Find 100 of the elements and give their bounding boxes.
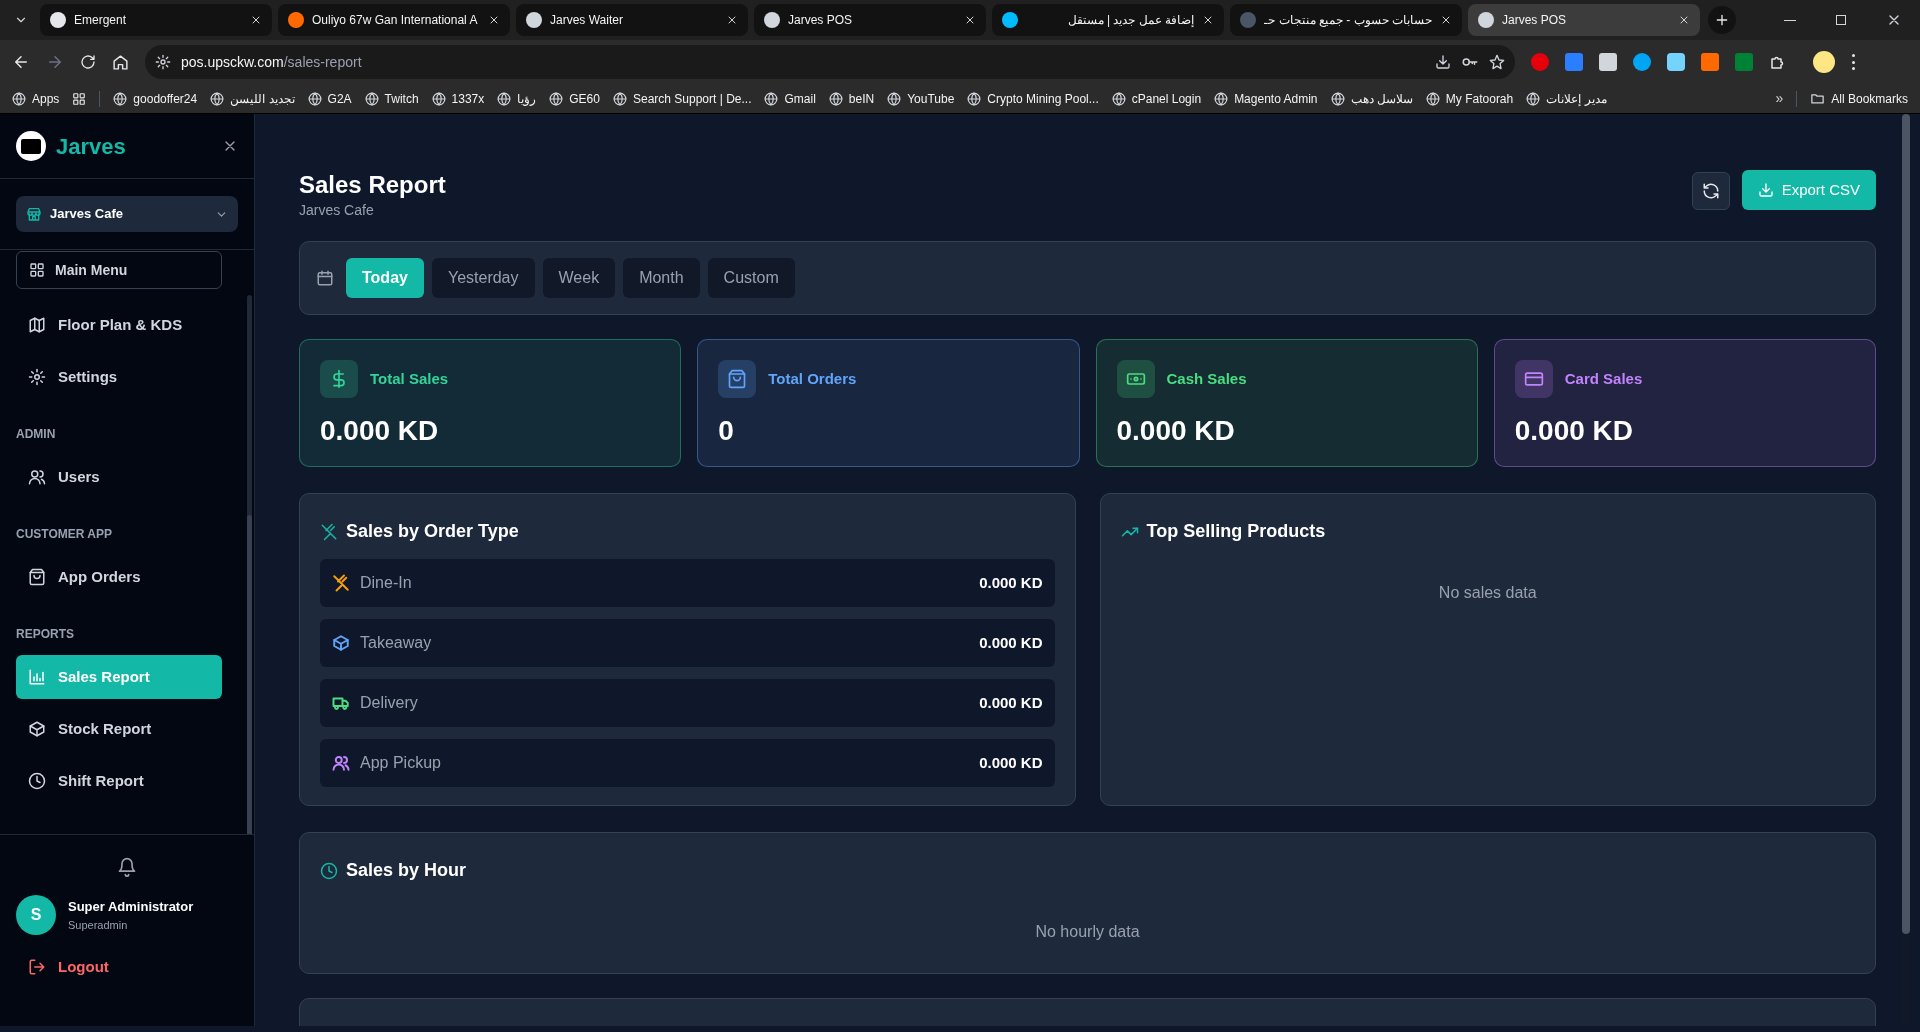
bookmark[interactable]: Magento Admin — [1214, 89, 1318, 108]
bag-icon — [28, 568, 46, 586]
globe-icon — [828, 91, 843, 106]
close-icon[interactable] — [726, 14, 738, 26]
user-avatar: S — [16, 895, 56, 935]
bookmark[interactable]: cPanel Login — [1111, 89, 1202, 108]
close-icon[interactable] — [1202, 14, 1214, 26]
browser-tab[interactable]: Jarves POS — [1468, 4, 1700, 36]
date-filter-tab[interactable]: Custom — [707, 258, 795, 298]
reload-icon[interactable] — [80, 54, 96, 70]
date-filter-tab[interactable]: Month — [623, 258, 700, 298]
stat-label: Card Sales — [1564, 368, 1643, 389]
tab-favicon-icon — [1478, 12, 1494, 28]
plus-icon — [1714, 12, 1730, 28]
bookmark[interactable]: Apps — [12, 89, 60, 108]
tab-title: حسابات حسوب - جميع منتجات حـ — [1264, 12, 1432, 29]
nav-item[interactable]: Floor Plan & KDS — [16, 303, 222, 347]
back-icon[interactable] — [12, 53, 30, 71]
bookmark[interactable]: Twitch — [364, 89, 419, 108]
extension-icon[interactable] — [1633, 53, 1651, 71]
profile-avatar[interactable] — [1813, 51, 1835, 73]
bookmark[interactable]: رؤيا — [497, 89, 537, 108]
forward-icon[interactable] — [46, 53, 64, 71]
globe-icon — [307, 91, 322, 106]
branch-select[interactable]: Jarves Cafe — [16, 196, 238, 232]
order-type-amount: 0.000 KD — [979, 692, 1043, 713]
bookmark[interactable]: مدير إعلانات — [1526, 89, 1607, 108]
tab-title: Jarves POS — [788, 12, 854, 29]
tab-title: Jarves POS — [1502, 12, 1568, 29]
close-icon[interactable] — [1440, 14, 1452, 26]
close-icon[interactable] — [1678, 14, 1690, 26]
site-info-icon[interactable] — [155, 54, 171, 70]
more-bookmarks-icon[interactable]: » — [1775, 88, 1784, 109]
globe-icon — [364, 91, 379, 106]
url-text: pos.upsckw.com/sales-report — [181, 52, 362, 72]
calendar-icon — [316, 269, 334, 287]
globe-icon — [967, 91, 982, 106]
section-heading: ADMIN — [16, 426, 57, 443]
stat-label: Total Orders — [768, 368, 857, 389]
browser-tab[interactable]: حسابات حسوب - جميع منتجات حـ — [1230, 4, 1462, 36]
bookmark[interactable]: تجديد الليسن — [210, 89, 295, 108]
bookmark[interactable]: Crypto Mining Pool... — [967, 89, 1099, 108]
date-filter-tab[interactable]: Yesterday — [431, 258, 535, 298]
bookmark-star-icon[interactable] — [1489, 54, 1505, 70]
grid-icon — [29, 262, 45, 278]
nav-item[interactable]: Shift Report — [16, 759, 222, 803]
scrollbar-thumb[interactable] — [1902, 114, 1910, 934]
nav-item[interactable]: Users — [16, 455, 222, 499]
close-icon[interactable] — [250, 14, 262, 26]
globe-icon — [497, 91, 512, 106]
restore-icon[interactable] — [1836, 15, 1846, 25]
globe-icon — [1330, 91, 1345, 106]
address-bar[interactable]: pos.upsckw.com/sales-report — [145, 45, 1515, 79]
nav-item[interactable]: Settings — [16, 355, 222, 399]
order-type-amount: 0.000 KD — [979, 572, 1043, 593]
logout-button[interactable]: Logout — [16, 949, 238, 985]
nav-item[interactable]: App Orders — [16, 555, 222, 599]
bookmark[interactable]: Gmail — [764, 89, 816, 108]
new-tab-button[interactable] — [1708, 6, 1736, 34]
bookmark[interactable]: Search Support | De... — [612, 89, 752, 108]
nav-item[interactable]: Stock Report — [16, 707, 222, 751]
bookmark[interactable]: goodoffer24 — [113, 89, 198, 108]
close-icon[interactable] — [488, 14, 500, 26]
home-icon[interactable] — [112, 53, 129, 71]
bookmark[interactable]: سلاسل دهب — [1330, 89, 1413, 108]
stat-value: 0.000 KD — [1116, 414, 1236, 448]
install-icon[interactable] — [1435, 54, 1451, 70]
scrollbar-thumb[interactable] — [247, 515, 252, 834]
stat-value: 0.000 KD — [1514, 414, 1635, 448]
date-filter-tab[interactable]: Week — [542, 258, 616, 298]
extension-icon[interactable] — [1667, 53, 1685, 71]
browser-tab[interactable]: Emergent — [40, 4, 272, 36]
menu-icon[interactable] — [1851, 54, 1855, 70]
bookmark[interactable]: GE60 — [549, 89, 600, 108]
tab-favicon-icon — [764, 12, 780, 28]
minimize-icon[interactable] — [1784, 19, 1796, 21]
bar-chart-icon — [28, 668, 46, 686]
order-type-label: Takeaway — [360, 633, 433, 653]
browser-tab[interactable]: Ouliyo 67w Gan International A — [278, 4, 510, 36]
apps-grid-icon[interactable] — [72, 91, 87, 106]
globe-icon — [1111, 91, 1126, 106]
globe-icon — [887, 91, 902, 106]
bookmark[interactable]: G2A — [307, 89, 352, 108]
browser-tab[interactable]: Jarves Waiter — [516, 4, 748, 36]
tab-title: إضافة عمل جديد | مستقل — [1066, 12, 1194, 29]
bookmark[interactable]: beIN — [828, 89, 875, 108]
bookmark[interactable]: YouTube — [887, 89, 955, 108]
panel-title: Top Selling Products — [1146, 520, 1326, 543]
globe-icon — [764, 91, 779, 106]
notifications-icon[interactable] — [117, 857, 137, 877]
globe-icon — [12, 91, 26, 106]
bookmark[interactable]: My Fatoorah — [1425, 89, 1514, 108]
extension-icon[interactable] — [1531, 53, 1549, 71]
main-menu-button[interactable]: Main Menu — [16, 251, 222, 289]
browser-tab[interactable]: إضافة عمل جديد | مستقل — [992, 4, 1224, 36]
close-icon[interactable] — [964, 14, 976, 26]
all-bookmarks[interactable]: All Bookmarks — [1810, 89, 1908, 108]
bookmark[interactable]: 1337x — [431, 89, 485, 108]
browser-tab[interactable]: Jarves POS — [754, 4, 986, 36]
refresh-button[interactable] — [1691, 172, 1730, 210]
